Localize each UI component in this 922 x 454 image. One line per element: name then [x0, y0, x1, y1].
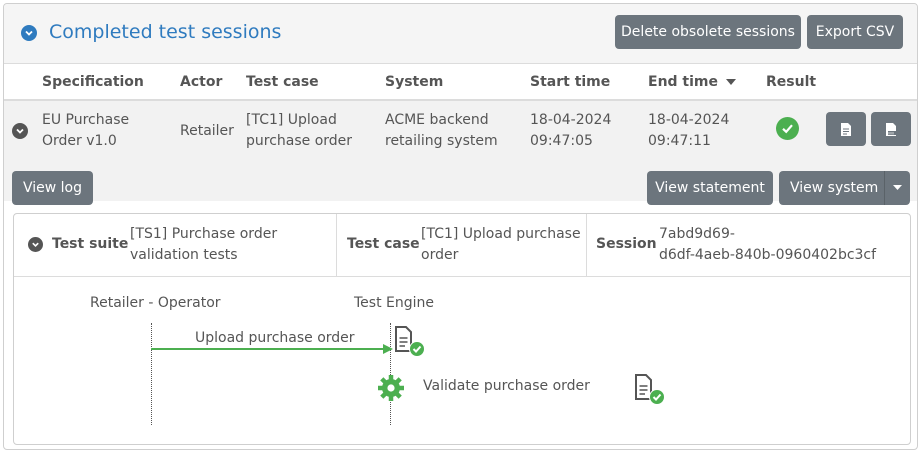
sequence-diagram: Retailer - Operator Test Engine Upload p…	[14, 277, 910, 444]
test-case-line2: purchase order	[246, 133, 353, 149]
lane-test-engine: Test Engine	[354, 295, 435, 311]
result-success-icon	[776, 117, 799, 140]
specification-line1: EU Purchase	[42, 112, 130, 128]
end-date: 18-04-2024	[648, 112, 730, 128]
view-log-button[interactable]: View log	[12, 171, 93, 205]
test-suite-value: [TS1] Purchase order validation tests	[130, 224, 277, 266]
column-header-end-time[interactable]: End time	[648, 74, 736, 90]
delete-obsolete-sessions-button[interactable]: Delete obsolete sessions	[615, 15, 801, 49]
test-case-cell: [TC1] Upload purchase order	[246, 110, 352, 152]
view-system-dropdown-toggle[interactable]	[884, 171, 910, 205]
system-line1: ACME backend	[385, 112, 489, 128]
table-row[interactable]: EU Purchase Order v1.0 Retailer [TC1] Up…	[4, 101, 917, 205]
start-time: 09:47:05	[530, 133, 593, 149]
end-time-cell: 18-04-2024 09:47:11	[648, 110, 729, 152]
collapse-toggle-icon[interactable]	[21, 25, 37, 41]
session-id-line1: 7abd9d69-	[659, 226, 735, 242]
test-case-detail-line2: order	[421, 247, 459, 263]
specification-cell: EU Purchase Order v1.0	[42, 110, 129, 152]
test-suite-line2: validation tests	[130, 247, 238, 263]
upload-report-icon[interactable]	[393, 325, 425, 359]
test-case-detail-cell: Test case [TC1] Upload purchase order	[337, 214, 586, 277]
row-expand-icon[interactable]	[12, 123, 28, 139]
session-detail-panel: Test suite [TS1] Purchase order validati…	[13, 213, 911, 445]
caret-down-icon	[893, 185, 902, 190]
system-cell: ACME backend retailing system	[385, 110, 498, 152]
export-csv-button[interactable]: Export CSV	[807, 15, 903, 49]
suite-collapse-icon[interactable]	[28, 237, 43, 252]
actor-cell: Retailer	[180, 123, 234, 139]
panel-title: Completed test sessions	[49, 21, 282, 43]
session-id-cell: Session 7abd9d69- d6df-4aeb-840b-0960402…	[587, 214, 910, 277]
sort-descending-icon	[725, 79, 736, 85]
validate-gear-icon	[378, 375, 404, 401]
column-header-test-case[interactable]: Test case	[246, 74, 319, 90]
completed-sessions-panel: Completed test sessions Delete obsolete …	[3, 3, 918, 450]
view-system-label: View system	[790, 180, 879, 196]
operator-lifeline	[151, 323, 152, 425]
session-id-value: 7abd9d69- d6df-4aeb-840b-0960402bc3cf	[659, 224, 876, 266]
table-header: Specification Actor Test case System Sta…	[4, 64, 917, 101]
upload-arrow	[151, 344, 393, 354]
specification-line2: Order v1.0	[42, 133, 117, 149]
test-case-detail-value: [TC1] Upload purchase order	[421, 224, 581, 266]
panel-header: Completed test sessions Delete obsolete …	[4, 4, 917, 64]
column-header-actor[interactable]: Actor	[180, 74, 222, 90]
end-time: 09:47:11	[648, 133, 711, 149]
view-system-button[interactable]: View system	[779, 171, 910, 205]
export-pdf-button[interactable]	[871, 112, 911, 146]
column-header-specification[interactable]: Specification	[42, 74, 144, 90]
view-statement-button[interactable]: View statement	[647, 171, 773, 205]
view-report-button[interactable]	[826, 112, 866, 146]
test-suite-label: Test suite	[52, 236, 129, 252]
system-line2: retailing system	[385, 133, 498, 149]
lane-retailer-operator: Retailer - Operator	[90, 295, 221, 311]
test-case-detail-line1: [TC1] Upload purchase	[421, 226, 581, 242]
validate-step-label: Validate purchase order	[423, 378, 590, 394]
validate-report-icon[interactable]	[633, 373, 665, 407]
session-label: Session	[596, 236, 657, 252]
session-detail-header: Test suite [TS1] Purchase order validati…	[14, 214, 910, 277]
end-time-label: End time	[648, 74, 718, 90]
start-date: 18-04-2024	[530, 112, 612, 128]
pdf-icon	[886, 122, 896, 136]
session-id-line2: d6df-4aeb-840b-0960402bc3cf	[659, 247, 877, 263]
test-case-detail-label: Test case	[347, 236, 420, 252]
column-header-result[interactable]: Result	[766, 74, 816, 90]
document-icon	[841, 122, 851, 136]
test-suite-cell: Test suite [TS1] Purchase order validati…	[14, 214, 336, 277]
column-header-start-time[interactable]: Start time	[530, 74, 610, 90]
test-case-line1: [TC1] Upload	[246, 112, 337, 128]
test-suite-line1: [TS1] Purchase order	[130, 226, 278, 242]
start-time-cell: 18-04-2024 09:47:05	[530, 110, 611, 152]
column-header-system[interactable]: System	[385, 74, 443, 90]
